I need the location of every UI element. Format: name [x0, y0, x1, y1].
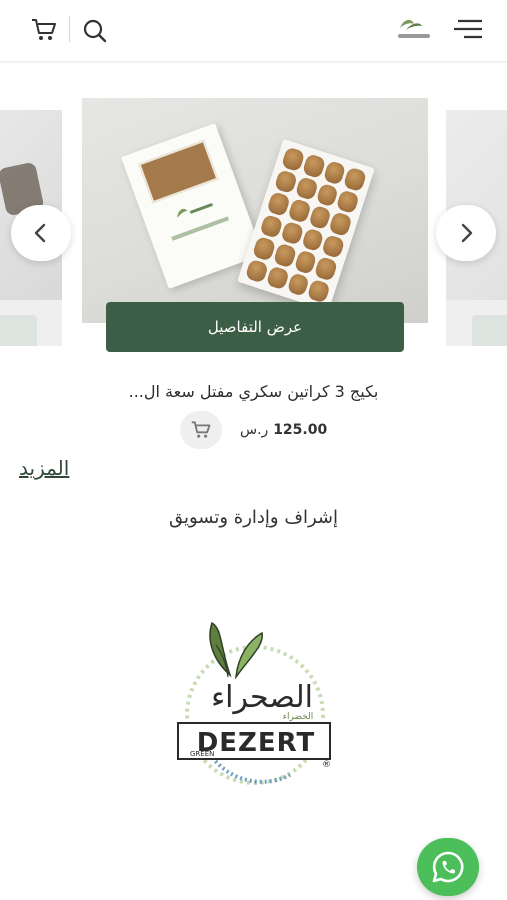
next-product-button[interactable]	[472, 315, 507, 346]
date-piece	[273, 168, 298, 195]
date-piece	[251, 235, 277, 262]
date-piece	[293, 249, 318, 275]
header-divider	[69, 16, 70, 42]
product-title[interactable]: بكيج 3 كراتين سكري مفتل سعة ال...	[0, 382, 507, 401]
top-header	[0, 0, 507, 62]
date-piece	[279, 220, 305, 246]
product-image[interactable]	[82, 98, 428, 323]
add-to-cart-button[interactable]	[180, 411, 222, 449]
date-piece	[321, 233, 346, 259]
date-piece	[301, 153, 326, 179]
svg-text:الخضراء: الخضراء	[283, 712, 314, 722]
date-piece	[335, 188, 361, 215]
date-piece	[300, 226, 325, 253]
svg-text:DEZERT: DEZERT	[197, 728, 316, 758]
date-piece	[287, 197, 312, 224]
dezert-green-logo: الصحراء الخضراء DEZERT GREEN ®	[170, 615, 340, 785]
chevron-right-icon	[461, 223, 473, 243]
store-logo[interactable]	[392, 14, 436, 44]
date-piece	[314, 255, 339, 282]
svg-text:الصحراء: الصحراء	[211, 680, 313, 715]
date-piece	[272, 242, 297, 268]
date-piece	[306, 278, 331, 304]
date-piece	[307, 204, 333, 230]
whatsapp-button[interactable]	[417, 838, 479, 896]
date-piece	[315, 182, 340, 208]
dates-tray	[237, 138, 375, 312]
date-piece	[343, 166, 368, 192]
date-piece	[328, 211, 353, 237]
svg-text:GREEN: GREEN	[190, 750, 214, 758]
date-piece	[281, 146, 306, 172]
menu-icon[interactable]	[450, 14, 486, 44]
section-heading: إشراف وإدارة وتسويق	[168, 507, 339, 528]
view-details-button[interactable]: عرض التفاصيل	[106, 302, 404, 352]
cart-icon	[191, 421, 211, 438]
date-piece	[244, 258, 269, 284]
more-link[interactable]: المزيد	[19, 456, 69, 480]
next-product-image	[446, 110, 507, 300]
price-row: 125.00 ر.س	[180, 410, 327, 450]
date-piece	[286, 271, 311, 297]
product-price: 125.00 ر.س	[240, 422, 328, 438]
carousel-prev-button[interactable]	[11, 205, 71, 261]
prev-product-button[interactable]	[0, 315, 37, 346]
date-piece	[266, 191, 291, 217]
date-piece	[294, 175, 319, 201]
whatsapp-icon	[432, 851, 464, 883]
svg-text:®: ®	[322, 760, 331, 770]
chevron-left-icon	[34, 223, 46, 243]
cart-icon[interactable]	[28, 14, 60, 46]
product-carousel: عرض التفاصيل	[0, 95, 507, 357]
date-piece	[259, 213, 284, 239]
date-piece	[265, 264, 290, 291]
search-icon[interactable]	[80, 16, 110, 46]
date-piece	[322, 159, 347, 186]
product-card: عرض التفاصيل	[82, 98, 428, 356]
carousel-next-button[interactable]	[436, 205, 496, 261]
